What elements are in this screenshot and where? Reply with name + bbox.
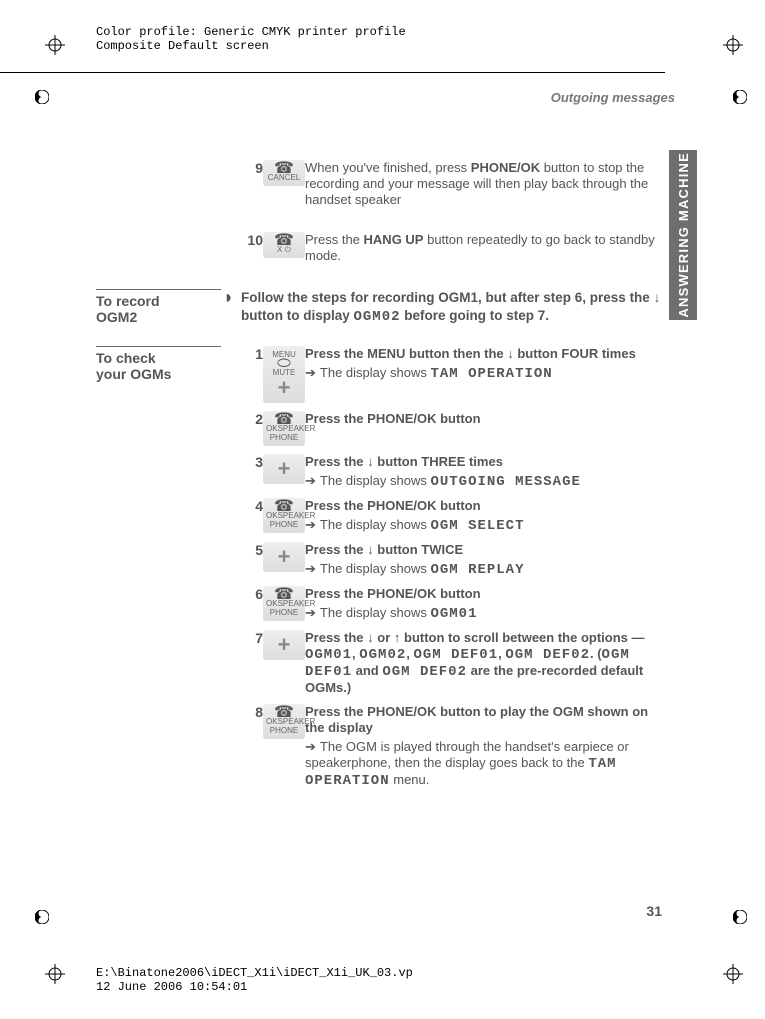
yin-yang-icon xyxy=(733,910,747,924)
down-arrow-icon: ↓ xyxy=(654,290,661,305)
section-tab-label: ANSWERING MACHINE xyxy=(676,152,691,318)
step-text: Press the PHONE/OK button xyxy=(305,411,705,427)
section-label: To record OGM2 xyxy=(96,293,216,325)
nav-button-icon: + xyxy=(263,542,305,572)
section-divider xyxy=(96,289,221,290)
crop-line xyxy=(0,72,665,73)
step-number: 7 xyxy=(241,630,263,646)
section-label: To check your OGMs xyxy=(96,350,233,382)
step-text: Press the ↓ button TWICE The display sho… xyxy=(305,542,705,578)
composite-text: Composite Default screen xyxy=(96,39,406,53)
nav-button-icon: + xyxy=(263,630,305,660)
record-ogm2-text: Follow the steps for recording OGM1, but… xyxy=(241,289,705,326)
step-number: 9 xyxy=(241,160,263,176)
step-text: Press the PHONE/OK button The display sh… xyxy=(305,586,705,622)
bullet-icon: ◗ xyxy=(216,289,241,305)
yin-yang-icon xyxy=(733,90,747,104)
nav-button-icon: + xyxy=(263,454,305,484)
phone-ok-button-icon: ☎OKSPEAKERPHONE xyxy=(263,586,305,621)
prepress-footer: E:\Binatone2006\iDECT_X1i\iDECT_X1i_UK_0… xyxy=(96,966,413,994)
section-divider xyxy=(96,346,221,347)
step-number: 2 xyxy=(241,411,263,427)
page-number: 31 xyxy=(646,903,662,919)
step-text: Press the ↓ or ↑ button to scroll betwee… xyxy=(305,630,705,696)
filepath-text: E:\Binatone2006\iDECT_X1i\iDECT_X1i_UK_0… xyxy=(96,966,413,980)
menu-button-icon: MENU⬭MUTE+ xyxy=(263,346,305,403)
step-text: Press the PHONE/OK button The display sh… xyxy=(305,498,705,534)
section-tab: ANSWERING MACHINE xyxy=(669,150,697,320)
prepress-header: Color profile: Generic CMYK printer prof… xyxy=(96,25,406,53)
phone-ok-button-icon: ☎OKSPEAKERPHONE xyxy=(263,411,305,446)
timestamp-text: 12 June 2006 10:54:01 xyxy=(96,980,413,994)
registration-mark-icon xyxy=(723,964,743,984)
registration-mark-icon xyxy=(45,35,65,55)
step-number: 10 xyxy=(241,232,263,248)
phone-ok-button-icon: ☎OKSPEAKERPHONE xyxy=(263,704,305,739)
step-number: 3 xyxy=(241,454,263,470)
step-text: Press the HANG UP button repeatedly to g… xyxy=(305,232,705,264)
step-number: 8 xyxy=(241,704,263,720)
step-number: 1 xyxy=(241,346,263,362)
step-text: Press the MENU button then the ↓ button … xyxy=(305,346,705,382)
yin-yang-icon xyxy=(35,90,49,104)
registration-mark-icon xyxy=(723,35,743,55)
section-header: Outgoing messages xyxy=(96,90,705,105)
cancel-button-icon: ☎CANCEL xyxy=(263,160,305,186)
step-text: Press the PHONE/OK button to play the OG… xyxy=(305,704,705,789)
step-number: 5 xyxy=(241,542,263,558)
step-text: Press the ↓ button THREE times The displ… xyxy=(305,454,705,490)
hangup-button-icon: ☎X ⏻ xyxy=(263,232,305,258)
color-profile-text: Color profile: Generic CMYK printer prof… xyxy=(96,25,406,39)
step-number: 4 xyxy=(241,498,263,514)
phone-ok-button-icon: ☎OKSPEAKERPHONE xyxy=(263,498,305,533)
yin-yang-icon xyxy=(35,910,49,924)
registration-mark-icon xyxy=(45,964,65,984)
step-text: When you've finished, press PHONE/OK but… xyxy=(305,160,705,208)
step-number: 6 xyxy=(241,586,263,602)
